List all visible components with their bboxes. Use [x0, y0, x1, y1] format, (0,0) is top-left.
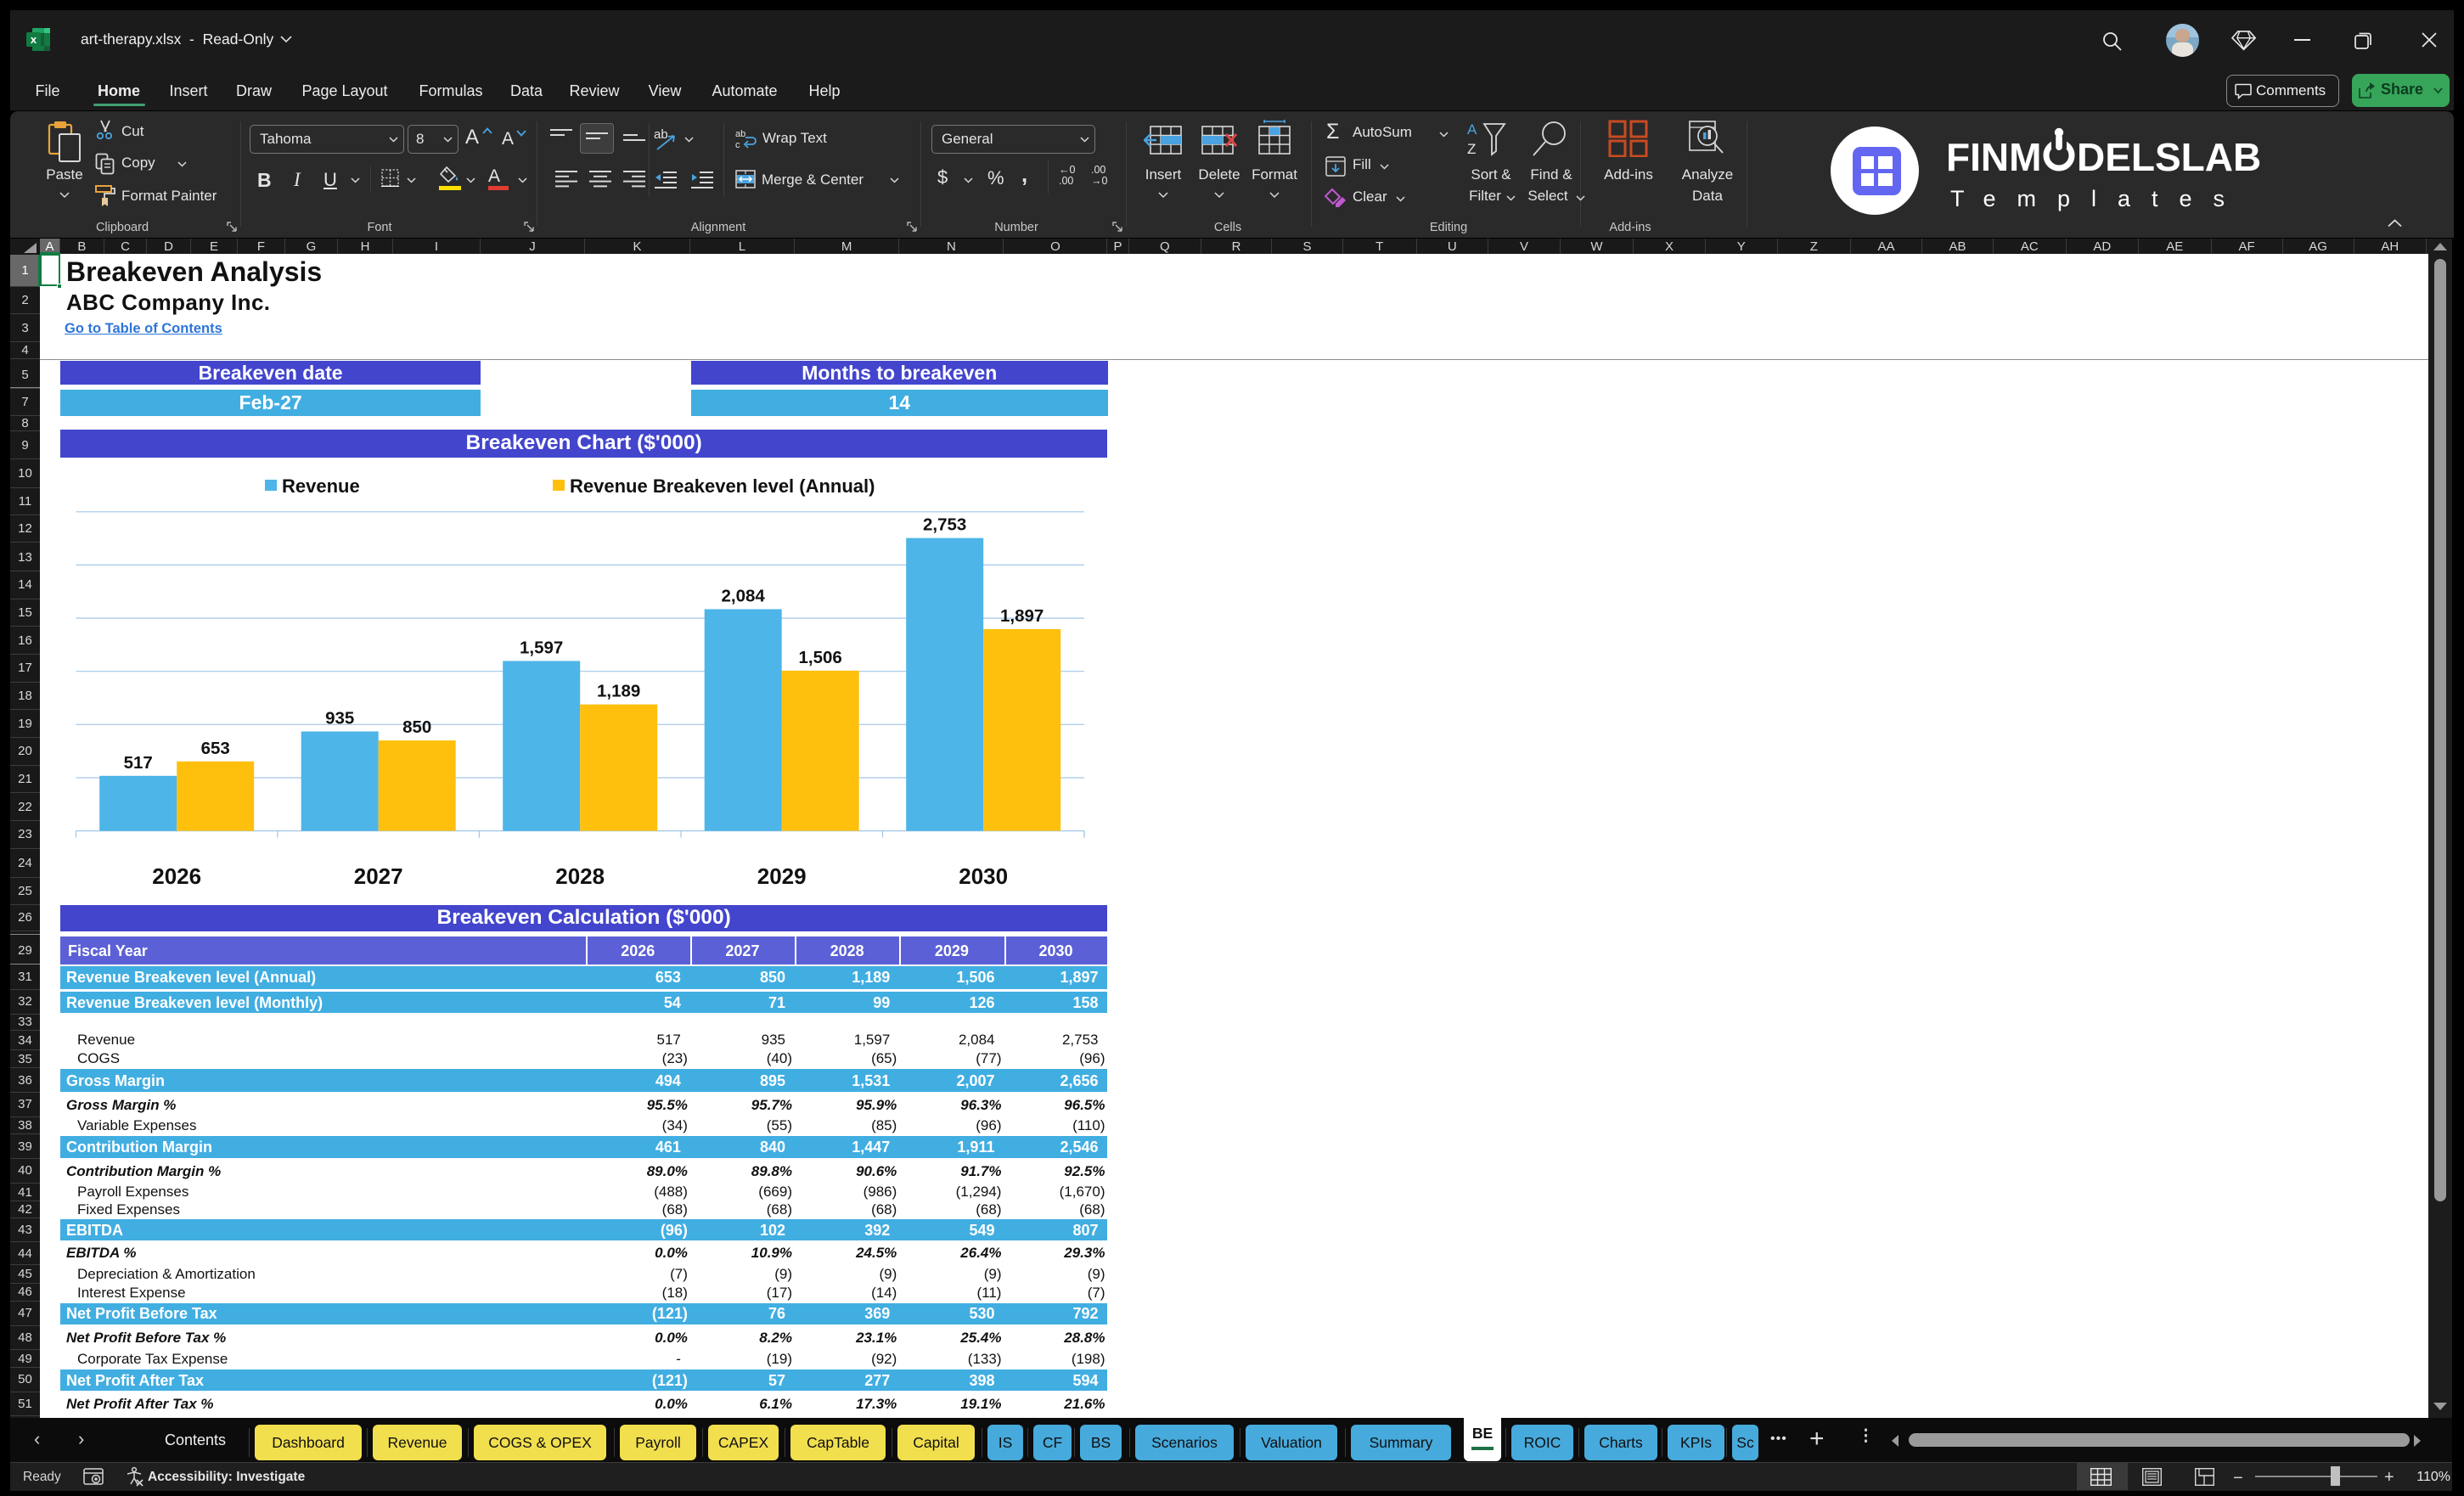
svg-text:2028: 2028 — [555, 863, 605, 889]
svg-text:935: 935 — [325, 709, 354, 728]
svg-text:1,189: 1,189 — [597, 682, 640, 701]
svg-text:1,897: 1,897 — [1000, 606, 1044, 626]
svg-text:1,506: 1,506 — [799, 648, 842, 667]
svg-text:1,597: 1,597 — [520, 638, 563, 658]
svg-text:2,753: 2,753 — [923, 515, 966, 535]
svg-text:517: 517 — [124, 753, 153, 773]
svg-text:2030: 2030 — [959, 863, 1008, 889]
svg-text:2027: 2027 — [354, 863, 403, 889]
svg-text:Revenue Breakeven level (Annua: Revenue Breakeven level (Annual) — [570, 475, 875, 497]
svg-text:2026: 2026 — [152, 863, 201, 889]
svg-text:2029: 2029 — [757, 863, 807, 889]
svg-text:Revenue: Revenue — [282, 475, 360, 497]
svg-text:2,084: 2,084 — [722, 587, 766, 606]
svg-text:653: 653 — [201, 739, 230, 758]
svg-text:850: 850 — [402, 717, 431, 737]
